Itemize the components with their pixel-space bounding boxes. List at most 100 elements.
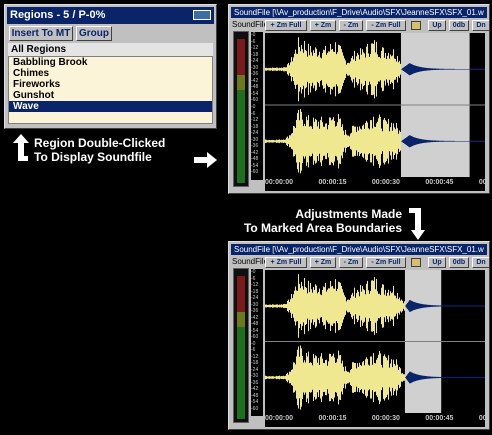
db-scale-label: -30 [251, 373, 259, 379]
region-item[interactable]: Chimes [9, 68, 212, 79]
up-arrow-icon [13, 134, 29, 161]
db-scale-label: -24 [251, 295, 259, 301]
soundfile-title-bar[interactable]: SoundFile [\\Av_production\F_Drive\Audio… [231, 7, 487, 18]
db-scale-label: -60 [251, 97, 259, 104]
time-ruler-tick: 00:00:00 [265, 179, 294, 186]
toolbar-button-6[interactable]: Dn [472, 20, 489, 31]
time-ruler-tick: 00:00:45 [425, 415, 454, 422]
toolbar-button-4[interactable]: Up [428, 20, 446, 31]
db-scale-label: -6 [251, 275, 256, 282]
regions-list: Babbling Brook Chimes Fireworks Gunshot … [8, 56, 213, 124]
time-ruler-tick: 00:00:15 [318, 415, 347, 422]
time-ruler-tick: 00:00:45 [425, 179, 454, 186]
soundfile-title-bar[interactable]: SoundFile [\\Av_production\F_Drive\Audio… [231, 244, 487, 255]
soundfile-label: SoundFile [232, 257, 269, 266]
down-arrow-icon [409, 208, 425, 240]
db-scale-label: -24 [251, 58, 259, 65]
db-scale-label: -0 [251, 269, 256, 275]
db-scale-label: -54 [251, 327, 259, 334]
level-meter-bar [237, 275, 245, 312]
toolbar-button-4[interactable]: Up [428, 257, 446, 268]
toolbar-button-2[interactable]: - Zm [339, 257, 363, 268]
annotation-step1: Region Double-Clicked To Display Soundfi… [34, 136, 165, 164]
db-scale-label: -12 [251, 353, 259, 360]
level-meter-bar [237, 311, 245, 327]
toolbar-button-2[interactable]: - Zm [339, 20, 363, 31]
db-scale-label: -12 [251, 282, 259, 288]
regions-panel: Regions - 5 / P-0% Insert To MT Group Al… [4, 4, 217, 129]
region-item[interactable]: Fireworks [9, 79, 212, 90]
db-scale-label: -0 [251, 32, 256, 38]
toolbar-button-3[interactable]: - Zm Full [366, 257, 406, 268]
db-scale-label: -18 [251, 360, 259, 366]
toolbar-button-5[interactable]: 0db [449, 20, 469, 31]
db-scale-label: -60 [251, 405, 259, 412]
db-scale-label: -48 [251, 392, 259, 399]
db-scale-label: -54 [251, 90, 259, 97]
db-scale-label: -18 [251, 51, 259, 58]
db-scale-label: -42 [251, 149, 259, 156]
lock-icon[interactable] [411, 21, 421, 30]
db-scale-label: -36 [251, 379, 259, 386]
level-meter-bar [237, 39, 245, 75]
region-item[interactable]: Babbling Brook [9, 57, 212, 68]
db-scale-label: -54 [251, 399, 259, 405]
level-meter [233, 268, 249, 423]
all-regions-header[interactable]: All Regions [8, 43, 213, 56]
right-arrow-icon [194, 152, 217, 168]
insert-to-mt-button[interactable]: Insert To MT [9, 26, 73, 41]
db-scale-label: -0 [251, 104, 256, 110]
db-scale-label: -12 [251, 117, 259, 124]
db-scale-label: -18 [251, 288, 259, 295]
toolbar-button-3[interactable]: - Zm Full [366, 20, 406, 31]
annotation-step2: Adjustments Made To Marked Area Boundari… [224, 207, 402, 235]
soundfile-label: SoundFile [232, 20, 269, 29]
region-item[interactable]: Gunshot [9, 90, 212, 101]
level-meter-bar [237, 90, 245, 183]
regions-title-bar[interactable]: Regions - 5 / P-0% [7, 7, 214, 24]
soundfile-window-2: SoundFile [\\Av_production\F_Drive\Audio… [228, 241, 490, 430]
db-scale-label: -12 [251, 45, 259, 52]
db-scale-label: -54 [251, 162, 259, 169]
toolbar-button-1[interactable]: + Zm [310, 257, 336, 268]
toolbar-button-5[interactable]: 0db [449, 257, 469, 268]
toolbar-button-0[interactable]: + Zm Full [265, 20, 307, 31]
db-scale-label: -48 [251, 84, 259, 91]
level-meter-bar [237, 75, 245, 90]
annotation-step1-line2: To Display Soundfile [34, 150, 152, 164]
lock-icon[interactable] [411, 258, 421, 267]
group-button[interactable]: Group [76, 26, 112, 41]
db-scale-label: -42 [251, 77, 259, 84]
level-meter [233, 31, 249, 187]
time-ruler[interactable]: 00:00:00 00:00:15 00:00:30 00:00:45 00:01:00 [265, 177, 489, 191]
toolbar-button-1[interactable]: + Zm [310, 20, 336, 31]
db-scale-label: -30 [251, 136, 259, 143]
waveform-display[interactable] [265, 33, 485, 177]
db-scale-label: -48 [251, 156, 259, 163]
db-scale-label: -42 [251, 314, 259, 321]
level-meter-bar [237, 326, 245, 419]
toolbar-button-0[interactable]: + Zm Full [265, 257, 307, 268]
time-ruler-tick: 00:00:30 [371, 179, 400, 186]
time-ruler-tick: 00:01:00 [478, 179, 489, 186]
time-ruler-tick: 00:00:30 [371, 415, 400, 422]
region-item-selected[interactable]: Wave [9, 101, 212, 112]
annotation-step1-line1: Region Double-Clicked [34, 136, 166, 150]
waveform-display[interactable] [265, 270, 485, 413]
db-scale: -0 -6 -12 -18 -24 -30 -36 -42 -48 -54 -60 -0 -6 -12 -1… [251, 269, 263, 416]
time-ruler[interactable]: 00:00:00 00:00:15 00:00:30 00:00:45 00:01:00 [265, 413, 489, 427]
annotation-step2-line1: Adjustments Made [295, 207, 402, 221]
db-scale-label: -30 [251, 301, 259, 308]
db-scale-label: -48 [251, 321, 259, 327]
db-scale-label: -0 [251, 340, 256, 347]
regions-title: Regions - 5 / P-0% [10, 9, 106, 21]
time-ruler-tick: 00:00:15 [318, 179, 347, 186]
db-scale-label: -36 [251, 71, 259, 78]
time-ruler-tick: 00:00:00 [265, 415, 294, 422]
window-button-icon[interactable] [193, 10, 211, 20]
db-scale-label: -6 [251, 38, 256, 45]
db-scale-label: -42 [251, 386, 259, 392]
db-scale-label: -60 [251, 334, 259, 340]
db-scale: -0 -6 -12 -18 -24 -30 -36 -42 -48 -54 -60 -0 -6 -12 -1… [251, 32, 263, 180]
toolbar-button-6[interactable]: Dn [472, 257, 489, 268]
